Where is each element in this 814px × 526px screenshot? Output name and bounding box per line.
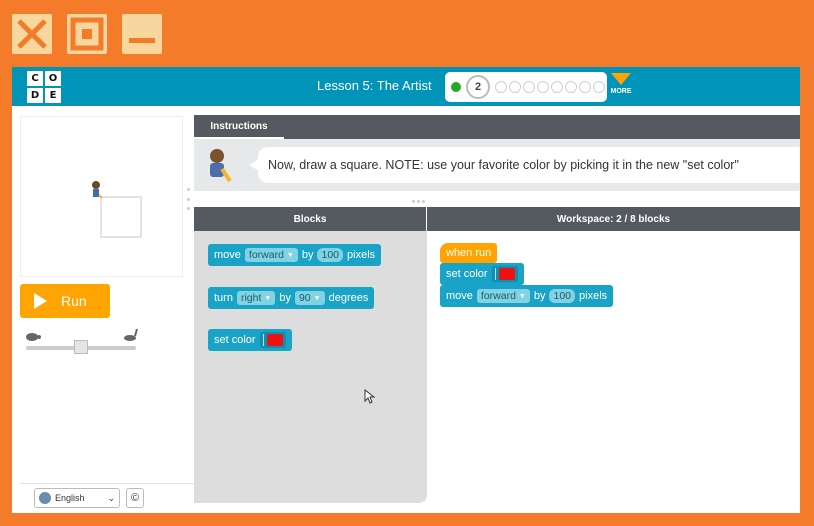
level-dot[interactable] [537,81,549,93]
direction-dropdown[interactable]: forward ▼ [244,248,298,262]
dropdown-arrow-icon: ▼ [313,294,321,302]
block-unit: pixels [579,290,608,302]
logo-letter-e: E [45,88,61,103]
direction-dropdown[interactable]: forward ▼ [476,289,530,303]
tab-instructions[interactable]: Instructions [194,115,284,139]
block-verb: move [446,290,473,302]
instruction-text: Now, draw a square. NOTE: use your favor… [268,158,739,172]
maximize-button[interactable] [67,14,107,54]
amount-field[interactable]: 100 [317,248,344,262]
toolbox-move-block[interactable]: move forward ▼ by 100 pixels [208,244,382,266]
turtle-icon [26,333,41,341]
speed-slider-thumb[interactable] [74,340,88,354]
color-swatch [498,268,515,280]
code-logo[interactable]: C O D E [27,71,61,103]
dropdown-value: forward [480,290,516,302]
logo-letter-c: C [27,71,43,86]
language-value: English [55,493,85,503]
direction-dropdown[interactable]: right ▼ [236,291,276,305]
level-dot[interactable] [565,81,577,93]
block-by: by [533,290,546,302]
workspace: when run set color move forward ▼ by 100 … [427,231,800,513]
block-by: by [279,292,291,304]
run-label: Run [61,293,87,309]
level-current[interactable]: 2 [466,75,490,99]
color-picker[interactable] [259,332,286,348]
level-dot[interactable] [593,81,605,93]
instruction-bubble: Now, draw a square. NOTE: use your favor… [249,147,800,183]
logo-letter-d: D [27,88,43,103]
close-icon [17,19,47,49]
minimize-button[interactable] [122,14,162,54]
dropdown-arrow-icon: ▼ [264,294,272,302]
instructions-header: Instructions [194,115,800,139]
globe-icon [39,492,51,504]
copyright-button[interactable]: © [126,488,144,508]
toolbox-set-color-block[interactable]: set color [208,329,292,351]
artist-icon [92,181,103,199]
chevron-down-icon [611,73,631,85]
target-square [100,196,142,238]
when-run-block[interactable]: when run [440,243,498,263]
more-button[interactable]: MORE [609,73,633,95]
dropdown-arrow-icon: ▼ [518,292,526,300]
mouse-pointer-icon [364,389,376,404]
instructions-panel: Now, draw a square. NOTE: use your favor… [194,139,800,191]
logo-letter-o: O [45,71,61,86]
toolbox-turn-block[interactable]: turn right ▼ by 90 ▼ degrees [208,287,375,309]
top-bar: C O D E Lesson 5: The Artist 2 MORE [12,67,800,106]
blocks-header: Blocks [194,207,426,231]
workspace-set-color-block[interactable]: set color [440,263,524,285]
event-label: when run [446,247,492,259]
artist-avatar-icon [210,149,232,183]
language-select[interactable]: English ⌄ [34,488,120,508]
close-button[interactable] [12,14,52,54]
angle-dropdown[interactable]: 90 ▼ [294,291,325,305]
level-dot[interactable] [579,81,591,93]
block-verb: turn [214,292,233,304]
maximize-icon [70,17,104,51]
block-label: set color [446,268,488,280]
code-studio-app: C O D E Lesson 5: The Artist 2 MORE Run … [12,67,800,513]
level-dot-completed[interactable] [451,82,461,92]
level-dot[interactable] [495,81,507,93]
color-picker[interactable] [491,266,518,282]
workspace-header: Workspace: 2 / 8 blocks [427,207,800,231]
drawing-canvas [20,116,183,277]
dropdown-value: right [240,292,262,304]
amount-field[interactable]: 100 [549,289,576,303]
level-dot[interactable] [551,81,563,93]
block-by: by [301,249,314,261]
workspace-move-block[interactable]: move forward ▼ by 100 pixels [440,285,614,307]
toolbox: move forward ▼ by 100 pixels turn right ▼ … [194,231,427,503]
more-label: MORE [610,88,632,95]
level-progress: 2 [445,72,607,102]
footer-divider [20,483,195,484]
level-dot[interactable] [523,81,535,93]
lesson-title: Lesson 5: The Artist [317,78,432,93]
dropdown-value: 90 [298,292,311,304]
level-dot[interactable] [509,81,521,93]
rabbit-icon [124,328,138,341]
block-unit: pixels [347,249,376,261]
play-icon [34,293,47,309]
drawing-svg [92,181,142,238]
dropdown-value: forward [248,249,284,261]
block-unit: degrees [328,292,369,304]
resize-handle-vertical[interactable] [186,188,190,210]
dropdown-arrow-icon: ▼ [286,251,294,259]
color-swatch [266,334,283,346]
run-button[interactable]: Run [20,284,110,318]
resize-handle-horizontal[interactable] [412,200,425,203]
minimize-icon [129,38,155,43]
chevron-down-icon: ⌄ [107,492,115,503]
visualization-column: Run English ⌄ © [12,106,195,513]
block-verb: move [214,249,241,261]
block-label: set color [214,334,256,346]
